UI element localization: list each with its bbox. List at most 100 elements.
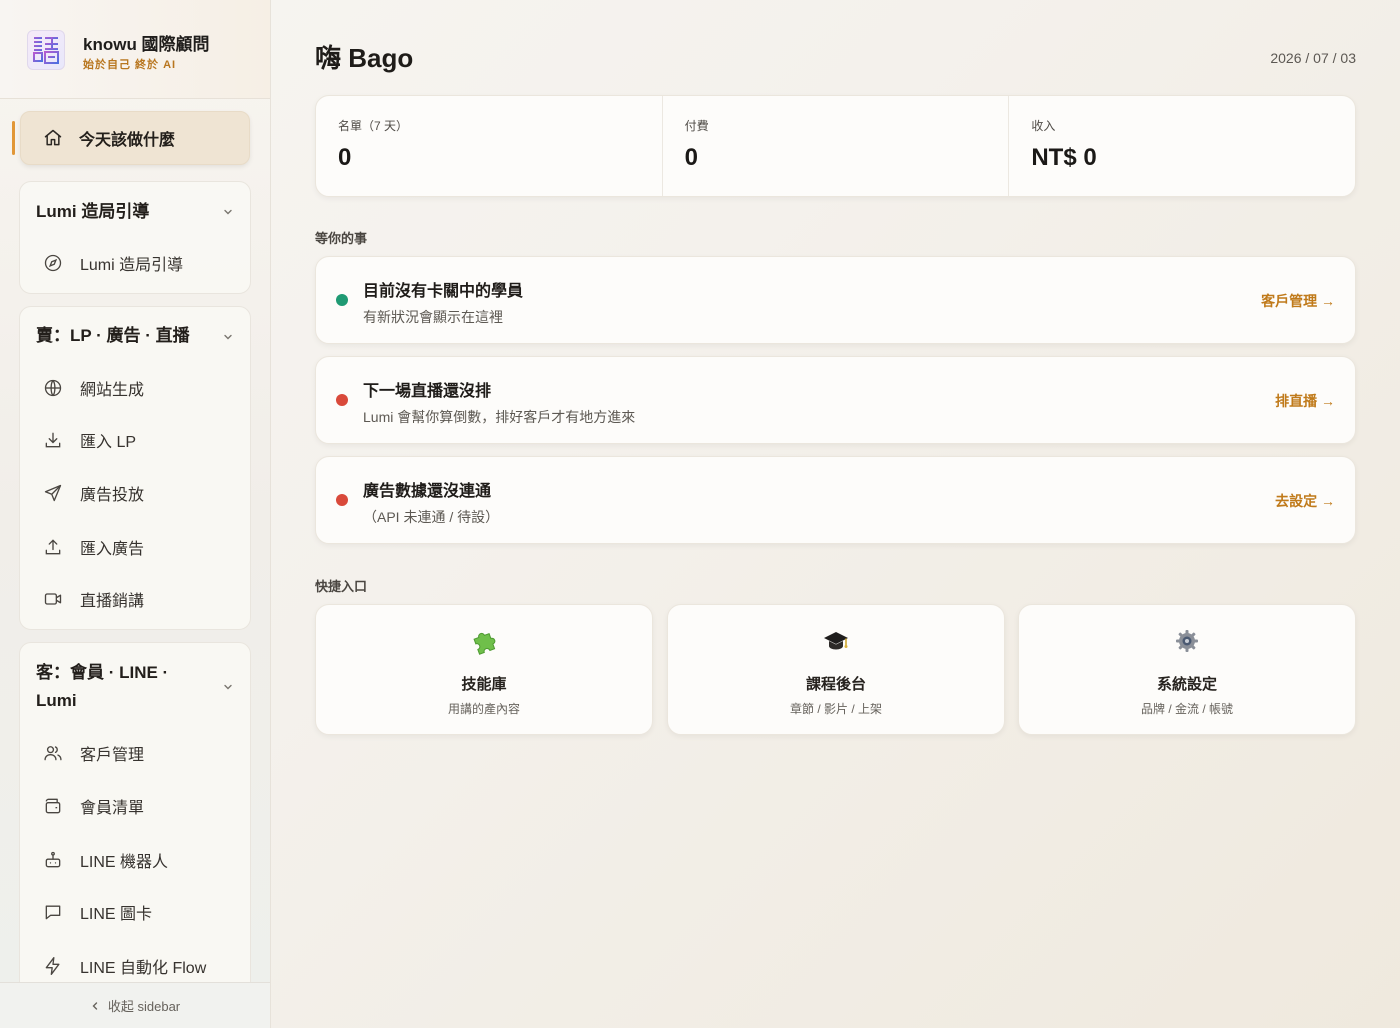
sidebar-item-label: LINE 自動化 Flow — [80, 960, 207, 977]
stat-revenue: 收入 NT$ 0 — [1009, 96, 1355, 196]
sidebar-item-line-cards[interactable]: LINE 圖卡 — [42, 900, 152, 924]
sidebar-item-label: 匯入 LP — [80, 434, 137, 451]
sidebar-item-label: 廣告投放 — [80, 487, 145, 504]
sidebar-item-line-bot[interactable]: LINE 機器人 — [42, 848, 168, 872]
chevron-left-icon — [92, 1001, 98, 1010]
status-dot — [336, 494, 348, 506]
task-card: 廣告數據還沒連通 （API 未連通 / 待設） 去設定 → — [315, 456, 1356, 544]
gear-icon — [1019, 627, 1355, 655]
sidebar-group-lumi: Lumi 造局引導 Lumi 造局引導 — [19, 181, 251, 294]
group-toggle-lumi[interactable]: Lumi 造局引導 — [36, 198, 234, 226]
sidebar-group-customers: 客：會員 · LINE · Lumi 客戶管理 會員清單 LINE 機器人 LI… — [19, 642, 251, 1028]
current-date: 2026 / 07 / 03 — [1270, 50, 1356, 66]
sidebar-item-label: LINE 圖卡 — [80, 906, 153, 923]
quick-link-title: 系統設定 — [1156, 676, 1217, 693]
sidebar-item-label: Lumi 造局引導 — [80, 257, 184, 274]
task-title: 下一場直播還沒排 — [363, 383, 492, 400]
quick-link-courses[interactable]: 課程後台 章節 / 影片 / 上架 — [667, 604, 1005, 735]
stat-leads: 名單（7 天） 0 — [316, 96, 663, 196]
sidebar-item-label: 直播銷講 — [80, 593, 145, 610]
sidebar-item-live-sales[interactable]: 直播銷講 — [42, 587, 144, 611]
task-action-link[interactable]: 客戶管理 → — [1261, 291, 1335, 311]
active-indicator — [12, 121, 15, 155]
quick-section-title: 快捷入口 — [315, 579, 368, 594]
stat-value: 0 — [338, 144, 352, 171]
stat-label: 付費 — [684, 119, 709, 133]
logo-mark-icon — [33, 37, 59, 64]
brand-logo[interactable] — [27, 30, 65, 70]
task-subtitle: Lumi 會幫你算倒數，排好客戶才有地方進來 — [363, 409, 636, 425]
task-action-link[interactable]: 排直播 → — [1275, 391, 1335, 411]
group-toggle-customers[interactable]: 客：會員 · LINE · Lumi — [36, 659, 196, 715]
task-subtitle: 有新狀況會顯示在這裡 — [363, 309, 503, 325]
sidebar-item-import-lp[interactable]: 匯入 LP — [42, 428, 136, 452]
video-icon — [42, 588, 64, 610]
stats-card: 名單（7 天） 0 付費 0 收入 NT$ 0 — [315, 95, 1356, 197]
sidebar-item-lumi-guide[interactable]: Lumi 造局引導 — [42, 251, 183, 275]
sidebar-item-customers[interactable]: 客戶管理 — [42, 741, 144, 765]
task-card: 下一場直播還沒排 Lumi 會幫你算倒數，排好客戶才有地方進來 排直播 → — [315, 356, 1356, 444]
sidebar-item-label: LINE 機器人 — [80, 854, 169, 871]
task-subtitle: （API 未連通 / 待設） — [363, 509, 500, 525]
stat-value: NT$ 0 — [1031, 144, 1097, 171]
puzzle-icon — [316, 627, 652, 655]
status-dot — [336, 294, 348, 306]
stat-value: 0 — [684, 144, 699, 171]
sidebar-item-site-builder[interactable]: 網站生成 — [42, 376, 144, 400]
stat-label: 名單（7 天） — [338, 119, 409, 133]
home-icon — [43, 128, 63, 148]
send-icon — [42, 482, 64, 504]
sidebar-item-line-flow[interactable]: LINE 自動化 Flow — [42, 954, 206, 978]
group-toggle-sell[interactable]: 賣：LP · 廣告 · 直播 — [36, 322, 234, 350]
main-content: 嗨 Bago 2026 / 07 / 03 名單（7 天） 0 付費 0 收入 … — [271, 0, 1400, 1028]
zap-icon — [42, 955, 64, 977]
group-title: Lumi 造局引導 — [36, 202, 150, 221]
quick-link-subtitle: 品牌 / 金流 / 帳號 — [1140, 702, 1233, 716]
globe-icon — [42, 377, 64, 399]
sidebar-item-members[interactable]: 會員清單 — [42, 794, 144, 818]
upload-icon — [42, 536, 64, 558]
collapse-sidebar-button[interactable]: 收起 sidebar — [0, 982, 270, 1028]
message-icon — [42, 901, 64, 923]
bot-icon — [42, 849, 64, 871]
compass-icon — [42, 252, 64, 274]
brand-name: knowu 國際顧問 — [83, 35, 210, 54]
brand-header: knowu 國際顧問 始於自己 終於 AI — [0, 0, 270, 99]
chevron-down-icon[interactable] — [222, 681, 234, 693]
quick-link-title: 課程後台 — [805, 676, 866, 693]
sidebar: knowu 國際顧問 始於自己 終於 AI 今天該做什麼 Lumi 造局引導 L… — [0, 0, 271, 1028]
sidebar-item-import-ads[interactable]: 匯入廣告 — [42, 535, 144, 559]
quick-link-title: 技能庫 — [461, 676, 507, 693]
sidebar-item-label: 今天該做什麼 — [79, 132, 176, 149]
status-dot — [336, 394, 348, 406]
quick-link-skills[interactable]: 技能庫 用講的產內容 — [315, 604, 653, 735]
users-icon — [42, 742, 64, 764]
sidebar-item-label: 客戶管理 — [80, 747, 145, 764]
sidebar-item-label: 匯入廣告 — [80, 541, 145, 558]
chevron-down-icon[interactable] — [222, 206, 234, 218]
stat-paid: 付費 0 — [663, 96, 1010, 196]
sidebar-item-label: 網站生成 — [80, 382, 145, 399]
quick-link-subtitle: 章節 / 影片 / 上架 — [789, 702, 882, 716]
download-icon — [42, 429, 64, 451]
wallet-icon — [42, 795, 64, 817]
sidebar-group-sell: 賣：LP · 廣告 · 直播 網站生成 匯入 LP 廣告投放 匯入廣告 直播銷講 — [19, 306, 251, 630]
quick-link-settings[interactable]: 系統設定 品牌 / 金流 / 帳號 — [1018, 604, 1356, 735]
task-title: 目前沒有卡關中的學員 — [363, 283, 524, 300]
group-title: 客：會員 · LINE · Lumi — [36, 663, 169, 710]
collapse-label: 收起 sidebar — [107, 999, 181, 1014]
group-title: 賣：LP · 廣告 · 直播 — [36, 326, 190, 345]
tasks-section-title: 等你的事 — [315, 231, 368, 246]
graduation-cap-icon — [668, 627, 1004, 655]
sidebar-item-label: 會員清單 — [80, 800, 145, 817]
brand-tagline: 始於自己 終於 AI — [83, 59, 177, 71]
chevron-down-icon[interactable] — [222, 331, 234, 343]
stat-label: 收入 — [1031, 119, 1056, 133]
page-title: 嗨 Bago — [315, 43, 414, 73]
task-card: 目前沒有卡關中的學員 有新狀況會顯示在這裡 客戶管理 → — [315, 256, 1356, 344]
task-title: 廣告數據還沒連通 — [363, 483, 492, 500]
quick-link-subtitle: 用講的產內容 — [447, 702, 520, 716]
task-action-link[interactable]: 去設定 → — [1275, 491, 1335, 511]
sidebar-item-today[interactable]: 今天該做什麼 — [20, 111, 250, 165]
sidebar-item-ads[interactable]: 廣告投放 — [42, 481, 144, 505]
